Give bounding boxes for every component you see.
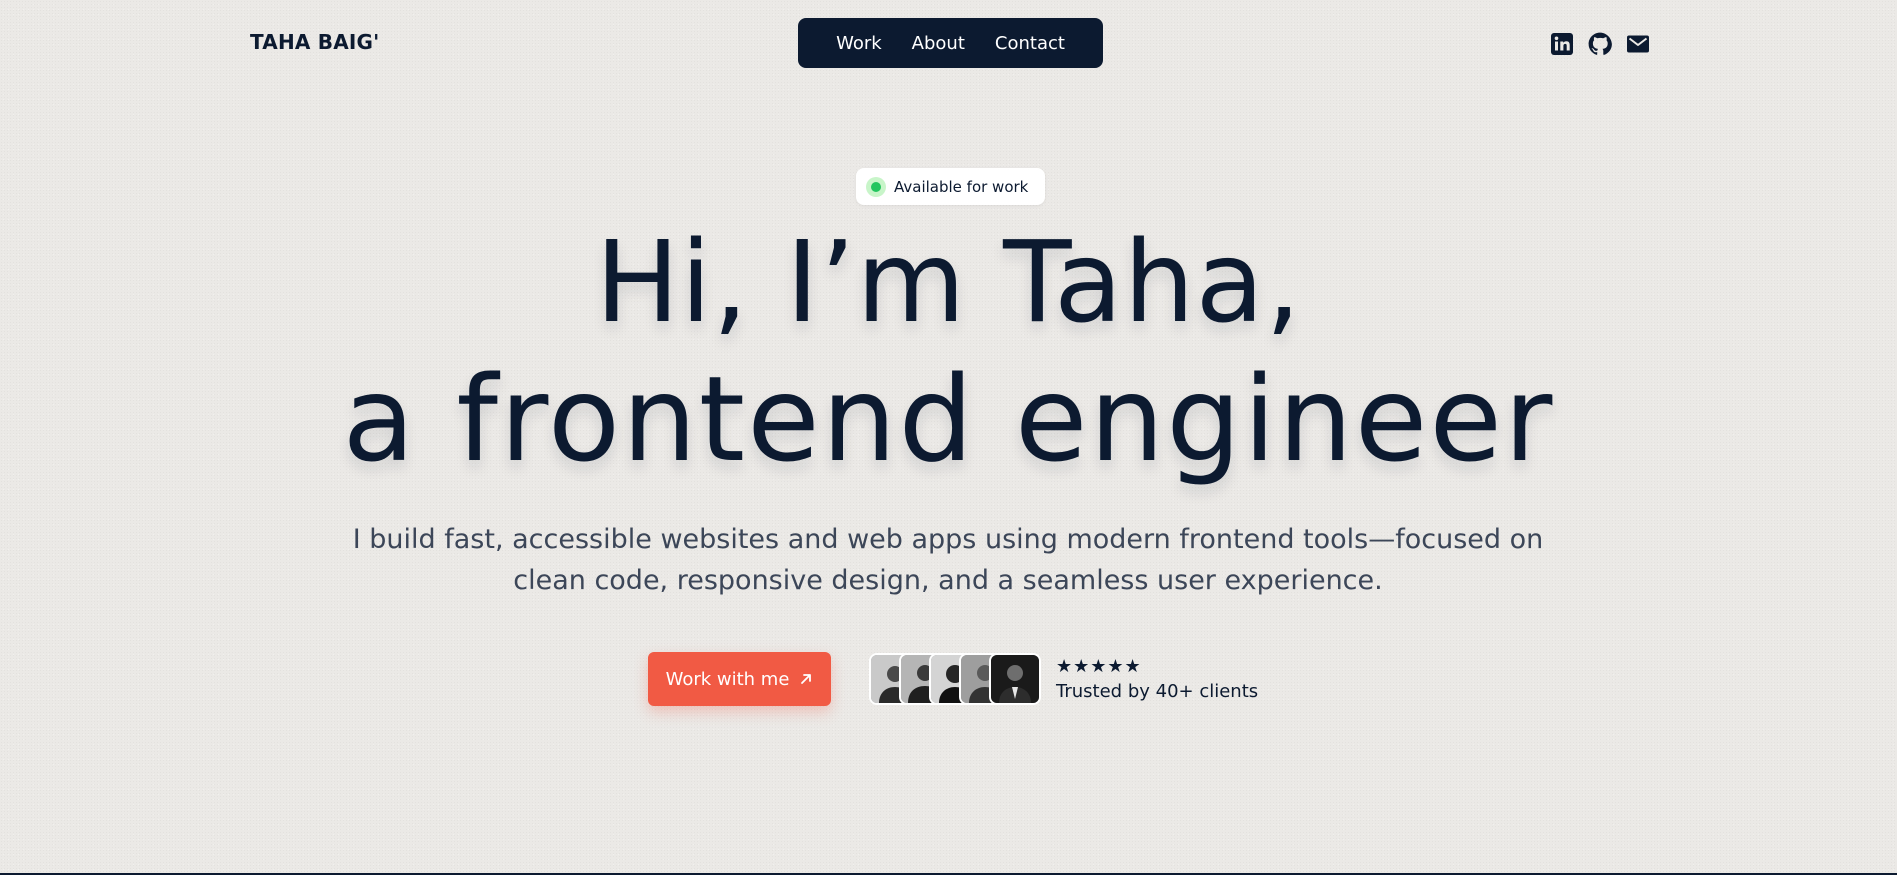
- nav-work-link[interactable]: Work: [836, 33, 882, 54]
- hero-subtitle: I build fast, accessible websites and we…: [298, 519, 1598, 601]
- hero-headline-line-1: Hi, I’m Taha,: [595, 218, 1302, 348]
- availability-text: Available for work: [894, 177, 1029, 196]
- main-nav: Work About Contact: [798, 18, 1103, 68]
- social-links: [1550, 32, 1650, 56]
- linkedin-icon[interactable]: [1550, 32, 1574, 56]
- work-with-me-label: Work with me: [665, 668, 790, 690]
- hero-headline-line-2: a frontend engineer: [342, 350, 1555, 488]
- nav-about-link[interactable]: About: [912, 33, 965, 54]
- availability-badge: Available for work: [856, 168, 1045, 205]
- arrow-up-right-icon: [801, 674, 812, 684]
- page: TAHA BAIG' Work About Contact Available …: [0, 0, 1897, 875]
- github-icon[interactable]: [1588, 32, 1612, 56]
- client-avatar: [989, 653, 1041, 705]
- trusted-by-text: Trusted by 40+ clients: [1056, 681, 1259, 702]
- hero-subtitle-line-2: clean code, responsive design, and a sea…: [513, 565, 1383, 596]
- client-rating: ★★★★★ Trusted by 40+ clients: [1056, 656, 1259, 703]
- star-rating-icon: ★★★★★: [1056, 656, 1142, 677]
- site-logo[interactable]: TAHA BAIG': [250, 30, 379, 54]
- work-with-me-button[interactable]: Work with me: [648, 652, 831, 706]
- hero-subtitle-line-1: I build fast, accessible websites and we…: [352, 524, 1544, 555]
- client-avatars: [869, 653, 1042, 705]
- status-dot-icon: [866, 176, 886, 197]
- mail-icon[interactable]: [1626, 32, 1650, 56]
- nav-contact-link[interactable]: Contact: [995, 33, 1065, 54]
